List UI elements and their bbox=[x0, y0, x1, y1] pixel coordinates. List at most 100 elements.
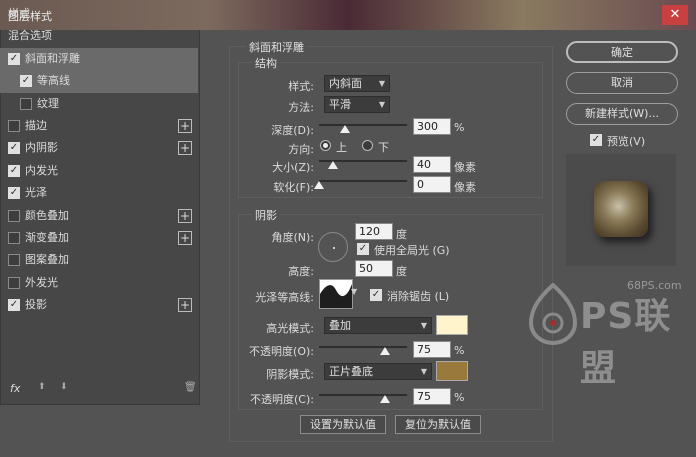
style-checkbox[interactable]: ✓ bbox=[8, 52, 20, 65]
style-checkbox[interactable] bbox=[20, 97, 32, 110]
styles-list-item[interactable]: 外发光 bbox=[0, 272, 198, 294]
structure-title: 结构 bbox=[252, 55, 280, 71]
styles-list-footer: fx ⬆ ⬇ 🗑 bbox=[8, 382, 198, 400]
anti-alias-checkbox[interactable]: ✓ bbox=[370, 289, 382, 301]
shadow-opacity-track[interactable] bbox=[319, 394, 407, 396]
soften-input[interactable]: 0 bbox=[413, 176, 451, 193]
move-up-icon[interactable]: ⬆ bbox=[38, 382, 46, 392]
highlight-opacity-track[interactable] bbox=[319, 346, 407, 348]
highlight-opacity-thumb[interactable] bbox=[380, 347, 390, 355]
global-light-checkbox[interactable]: ✓ bbox=[357, 243, 369, 255]
style-label: 外发光 bbox=[25, 275, 58, 289]
style-label: 颜色叠加 bbox=[25, 208, 69, 222]
chevron-down-icon[interactable]: ▼ bbox=[351, 287, 357, 296]
chevron-down-icon: ▼ bbox=[378, 100, 385, 109]
style-checkbox[interactable] bbox=[8, 276, 20, 289]
highlight-mode-value: 叠加 bbox=[329, 319, 351, 332]
add-icon[interactable]: + bbox=[178, 230, 192, 245]
add-icon[interactable]: + bbox=[178, 118, 192, 133]
depth-slider-track[interactable] bbox=[319, 124, 407, 126]
technique-select[interactable]: 平滑 ▼ bbox=[324, 96, 390, 113]
gloss-contour-picker[interactable] bbox=[319, 279, 353, 309]
size-slider-thumb[interactable] bbox=[328, 161, 339, 169]
style-checkbox[interactable]: ✓ bbox=[8, 164, 20, 177]
style-checkbox[interactable] bbox=[8, 254, 20, 267]
bevel-title: 斜面和浮雕 bbox=[246, 39, 307, 55]
direction-down-radio[interactable] bbox=[362, 140, 373, 151]
highlight-mode-label: 高光模式: bbox=[266, 322, 314, 335]
styles-list-item[interactable]: ✓ 斜面和浮雕 bbox=[0, 47, 198, 71]
style-checkbox[interactable] bbox=[8, 231, 20, 244]
soften-slider-track[interactable] bbox=[319, 180, 407, 182]
style-preview bbox=[566, 154, 676, 266]
styles-list-item[interactable]: ✓ 内阴影 + bbox=[0, 137, 198, 159]
size-input[interactable]: 40 bbox=[413, 156, 451, 173]
styles-list-item[interactable]: ✓ 等高线 bbox=[0, 70, 198, 93]
highlight-color-swatch[interactable] bbox=[436, 315, 468, 335]
shadow-opacity-input[interactable]: 75 bbox=[413, 388, 451, 405]
style-checkbox[interactable]: ✓ bbox=[20, 75, 32, 88]
styles-list-item[interactable]: ✓ 投影 + bbox=[0, 294, 198, 316]
styles-list-item[interactable]: 纹理 bbox=[0, 93, 198, 115]
styles-list: 样式 混合选项 ✓ 斜面和浮雕 ✓ 等高线 纹理 描边 + ✓ 内阴影 + ✓ 内发光 ✓ 光泽 颜色叠加 + 渐变… bbox=[0, 3, 198, 316]
style-value: 内斜面 bbox=[329, 77, 362, 90]
style-select[interactable]: 内斜面 ▼ bbox=[324, 75, 390, 92]
highlight-opacity-input[interactable]: 75 bbox=[413, 341, 451, 358]
styles-list-item[interactable]: ✓ 光泽 bbox=[0, 182, 198, 204]
highlight-opacity-unit: % bbox=[454, 344, 465, 357]
depth-slider-thumb[interactable] bbox=[340, 125, 351, 133]
depth-input[interactable]: 300 bbox=[413, 118, 451, 135]
style-label: 样式 bbox=[8, 7, 30, 20]
fx-icon[interactable]: fx bbox=[10, 382, 20, 395]
style-checkbox[interactable] bbox=[8, 119, 20, 132]
preview-checkbox[interactable]: ✓ bbox=[590, 134, 602, 146]
style-checkbox[interactable]: ✓ bbox=[8, 299, 20, 312]
altitude-label: 高度: bbox=[288, 265, 314, 278]
angle-input[interactable]: 120 bbox=[355, 223, 393, 240]
angle-dial[interactable] bbox=[318, 232, 348, 262]
add-icon[interactable]: + bbox=[178, 208, 192, 223]
add-icon[interactable]: + bbox=[178, 141, 192, 156]
soften-unit: 像素 bbox=[454, 181, 476, 194]
size-unit: 像素 bbox=[454, 161, 476, 174]
move-down-icon[interactable]: ⬇ bbox=[60, 382, 68, 392]
style-label: 内发光 bbox=[25, 163, 58, 177]
direction-up-radio[interactable] bbox=[320, 140, 331, 151]
ok-button[interactable]: 确定 bbox=[566, 41, 678, 63]
shadow-mode-label: 阴影模式: bbox=[266, 368, 314, 381]
shadow-mode-select[interactable]: 正片叠底 ▼ bbox=[324, 363, 432, 380]
styles-list-item[interactable]: 混合选项 bbox=[0, 25, 198, 47]
style-checkbox[interactable] bbox=[8, 209, 20, 222]
styles-list-item[interactable]: 颜色叠加 + bbox=[0, 205, 198, 227]
highlight-mode-select[interactable]: 叠加 ▼ bbox=[324, 317, 432, 334]
technique-label: 方法: bbox=[288, 101, 314, 114]
soften-slider-thumb[interactable] bbox=[314, 181, 324, 189]
style-checkbox[interactable]: ✓ bbox=[8, 187, 20, 200]
add-icon[interactable]: + bbox=[178, 298, 192, 313]
styles-list-item[interactable]: 图案叠加 bbox=[0, 249, 198, 271]
styles-list-panel: 样式 混合选项 ✓ 斜面和浮雕 ✓ 等高线 纹理 描边 + ✓ 内阴影 + ✓ 内发光 ✓ 光泽 颜色叠加 + 渐变… bbox=[0, 0, 200, 405]
new-style-button[interactable]: 新建样式(W)... bbox=[566, 103, 678, 125]
style-label: 描边 bbox=[25, 118, 47, 132]
styles-list-item[interactable]: ✓ 内发光 bbox=[0, 160, 198, 182]
angle-unit: 度 bbox=[396, 228, 407, 241]
style-checkbox[interactable]: ✓ bbox=[8, 142, 20, 155]
styles-list-item[interactable]: 渐变叠加 + bbox=[0, 227, 198, 249]
make-default-button[interactable]: 设置为默认值 bbox=[300, 415, 386, 434]
highlight-opacity-label: 不透明度(O): bbox=[249, 345, 314, 358]
direction-down-label: 下 bbox=[378, 141, 389, 154]
cancel-button[interactable]: 取消 bbox=[566, 72, 678, 94]
chevron-down-icon: ▼ bbox=[420, 321, 427, 330]
gloss-contour-label: 光泽等高线: bbox=[255, 291, 314, 304]
styles-list-item[interactable]: 描边 + bbox=[0, 115, 198, 137]
close-button[interactable]: ✕ bbox=[662, 5, 688, 25]
shadow-color-swatch[interactable] bbox=[436, 361, 468, 381]
altitude-input[interactable]: 50 bbox=[355, 260, 393, 277]
styles-list-item[interactable]: 样式 bbox=[0, 3, 198, 25]
reset-default-button[interactable]: 复位为默认值 bbox=[395, 415, 481, 434]
shadow-opacity-thumb[interactable] bbox=[380, 395, 390, 403]
style-label: 投影 bbox=[25, 298, 47, 312]
anti-alias-label: 消除锯齿 (L) bbox=[387, 290, 450, 303]
chevron-down-icon: ▼ bbox=[378, 79, 385, 88]
trash-icon[interactable]: 🗑 bbox=[184, 382, 197, 393]
